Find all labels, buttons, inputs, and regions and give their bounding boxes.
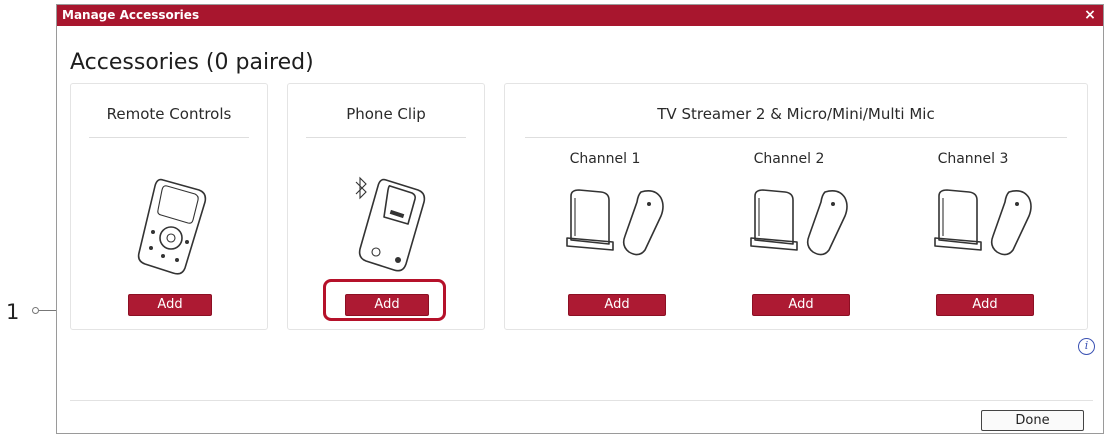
streamer-and-mic-icon xyxy=(566,189,664,256)
close-button[interactable]: × xyxy=(1082,6,1098,24)
page-title: Accessories (0 paired) xyxy=(70,50,314,75)
info-icon[interactable]: i xyxy=(1078,338,1095,355)
add-remote-control-button[interactable]: Add xyxy=(128,294,212,316)
footer-divider xyxy=(70,400,1093,401)
remote-controls-panel: Remote Controls Add xyxy=(70,83,268,330)
channel-2-label: Channel 2 xyxy=(753,151,825,167)
remote-control-icon xyxy=(137,178,207,275)
done-button[interactable]: Done xyxy=(981,410,1084,431)
channel-3-label: Channel 3 xyxy=(937,151,1009,167)
panel-title-remote-controls: Remote Controls xyxy=(106,105,232,123)
callout-number: 1 xyxy=(6,300,20,324)
add-channel-3-button[interactable]: Add xyxy=(936,294,1034,316)
panel-divider xyxy=(89,137,249,138)
callout-dot xyxy=(32,307,39,314)
panel-title-phone-clip: Phone Clip xyxy=(346,105,426,123)
panel-title-tv-streamer: TV Streamer 2 & Micro/Mini/Multi Mic xyxy=(657,105,935,123)
tv-streamer-panel: TV Streamer 2 & Micro/Mini/Multi Mic Cha… xyxy=(504,83,1088,330)
phone-clip-icon xyxy=(355,176,426,272)
streamer-and-mic-icon xyxy=(934,189,1032,256)
manage-accessories-dialog: Manage Accessories × Accessories (0 pair… xyxy=(56,4,1104,434)
panel-divider xyxy=(306,137,466,138)
window-title: Manage Accessories xyxy=(62,8,200,22)
streamer-and-mic-icon xyxy=(750,189,848,256)
add-channel-2-button[interactable]: Add xyxy=(752,294,850,316)
channel-1-label: Channel 1 xyxy=(569,151,641,167)
title-bar: Manage Accessories × xyxy=(57,5,1103,26)
callout-highlight-box xyxy=(323,279,446,321)
panel-divider xyxy=(525,137,1067,138)
add-channel-1-button[interactable]: Add xyxy=(568,294,666,316)
